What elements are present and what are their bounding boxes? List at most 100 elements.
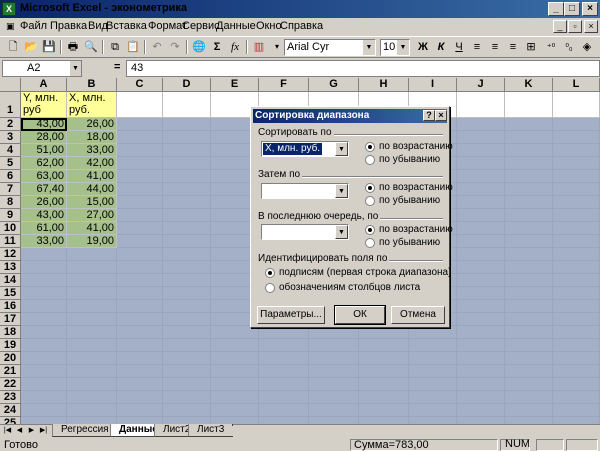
table-cell[interactable] — [553, 222, 600, 235]
table-cell[interactable] — [505, 183, 553, 196]
row-header[interactable]: 15 — [0, 287, 21, 300]
doc-close-button[interactable]: × — [584, 20, 598, 33]
table-cell[interactable] — [163, 339, 211, 352]
table-cell[interactable] — [117, 287, 163, 300]
table-cell[interactable] — [457, 274, 505, 287]
menu-window[interactable]: Окно — [256, 20, 282, 32]
table-cell[interactable]: 26,00 — [21, 196, 67, 209]
preview-icon[interactable]: 🔍 — [82, 38, 100, 56]
table-cell[interactable]: 67,40 — [21, 183, 67, 196]
autosum-icon[interactable]: Σ — [208, 38, 226, 56]
table-cell[interactable] — [457, 235, 505, 248]
table-cell[interactable] — [505, 417, 553, 424]
table-cell[interactable] — [163, 157, 211, 170]
by-columns-radio[interactable] — [265, 283, 275, 293]
table-cell[interactable] — [117, 339, 163, 352]
table-cell[interactable] — [359, 365, 409, 378]
align-center-icon[interactable]: ≡ — [486, 38, 504, 56]
table-cell[interactable] — [117, 274, 163, 287]
column-header[interactable]: F — [259, 78, 309, 92]
table-cell[interactable] — [505, 248, 553, 261]
table-cell[interactable]: 26,00 — [67, 118, 117, 131]
row-header[interactable]: 16 — [0, 300, 21, 313]
table-cell[interactable] — [117, 365, 163, 378]
table-cell[interactable] — [117, 222, 163, 235]
table-cell[interactable] — [163, 300, 211, 313]
header-cell[interactable] — [553, 92, 600, 118]
font-name-select[interactable]: Arial Cyr ▼ — [284, 39, 376, 56]
table-cell[interactable] — [505, 170, 553, 183]
table-cell[interactable] — [505, 196, 553, 209]
table-cell[interactable] — [553, 274, 600, 287]
select-all-corner[interactable] — [0, 78, 21, 92]
table-cell[interactable] — [21, 300, 67, 313]
table-cell[interactable]: 18,00 — [67, 131, 117, 144]
row-header[interactable]: 18 — [0, 326, 21, 339]
table-cell[interactable] — [117, 352, 163, 365]
table-cell[interactable] — [117, 196, 163, 209]
table-cell[interactable] — [67, 326, 117, 339]
last-by-asc-radio[interactable] — [365, 225, 375, 235]
align-right-icon[interactable]: ≡ — [504, 38, 522, 56]
table-cell[interactable] — [21, 287, 67, 300]
row-header[interactable]: 3 — [0, 131, 21, 144]
table-cell[interactable] — [553, 391, 600, 404]
table-cell[interactable] — [163, 183, 211, 196]
table-cell[interactable]: 33,00 — [67, 144, 117, 157]
table-cell[interactable] — [505, 287, 553, 300]
sort-by-select[interactable]: X, млн. руб. ▼ — [261, 141, 349, 157]
table-cell[interactable] — [457, 196, 505, 209]
italic-button[interactable]: К — [432, 38, 450, 56]
table-cell[interactable] — [553, 287, 600, 300]
column-header[interactable]: J — [457, 78, 505, 92]
table-cell[interactable] — [67, 300, 117, 313]
table-cell[interactable] — [67, 365, 117, 378]
table-cell[interactable] — [117, 131, 163, 144]
table-cell[interactable] — [553, 261, 600, 274]
table-cell[interactable] — [309, 352, 359, 365]
table-cell[interactable] — [553, 118, 600, 131]
table-cell[interactable] — [553, 248, 600, 261]
table-cell[interactable] — [553, 313, 600, 326]
table-cell[interactable] — [21, 326, 67, 339]
table-cell[interactable] — [505, 131, 553, 144]
table-cell[interactable] — [117, 209, 163, 222]
table-cell[interactable]: 51,00 — [21, 144, 67, 157]
menu-help[interactable]: Справка — [280, 20, 323, 32]
table-cell[interactable] — [67, 261, 117, 274]
align-left-icon[interactable]: ≡ — [468, 38, 486, 56]
table-cell[interactable]: 44,00 — [67, 183, 117, 196]
table-cell[interactable] — [457, 326, 505, 339]
horizontal-scrollbar[interactable] — [226, 426, 600, 436]
table-cell[interactable] — [67, 391, 117, 404]
new-icon[interactable]: 🗋 — [4, 38, 22, 56]
table-cell[interactable] — [163, 235, 211, 248]
copy-icon[interactable]: ⧉ — [106, 38, 124, 56]
row-header[interactable]: 22 — [0, 378, 21, 391]
table-cell[interactable]: 42,00 — [67, 157, 117, 170]
table-cell[interactable] — [553, 196, 600, 209]
row-header[interactable]: 21 — [0, 365, 21, 378]
table-cell[interactable] — [163, 144, 211, 157]
table-cell[interactable] — [163, 287, 211, 300]
table-cell[interactable] — [163, 222, 211, 235]
merge-icon[interactable]: ⊞ — [522, 38, 540, 56]
row-header[interactable]: 8 — [0, 196, 21, 209]
table-cell[interactable] — [359, 378, 409, 391]
table-cell[interactable] — [309, 378, 359, 391]
table-cell[interactable] — [505, 261, 553, 274]
table-cell[interactable] — [67, 404, 117, 417]
table-cell[interactable] — [163, 352, 211, 365]
table-cell[interactable] — [117, 404, 163, 417]
table-cell[interactable] — [117, 248, 163, 261]
column-header[interactable]: E — [211, 78, 259, 92]
chevron-down-icon[interactable]: ▼ — [70, 61, 81, 76]
table-cell[interactable] — [553, 170, 600, 183]
table-cell[interactable] — [309, 404, 359, 417]
table-cell[interactable] — [21, 339, 67, 352]
table-cell[interactable] — [505, 378, 553, 391]
table-cell[interactable] — [21, 417, 67, 424]
row-header[interactable]: 5 — [0, 157, 21, 170]
row-header[interactable]: 14 — [0, 274, 21, 287]
table-cell[interactable] — [553, 339, 600, 352]
